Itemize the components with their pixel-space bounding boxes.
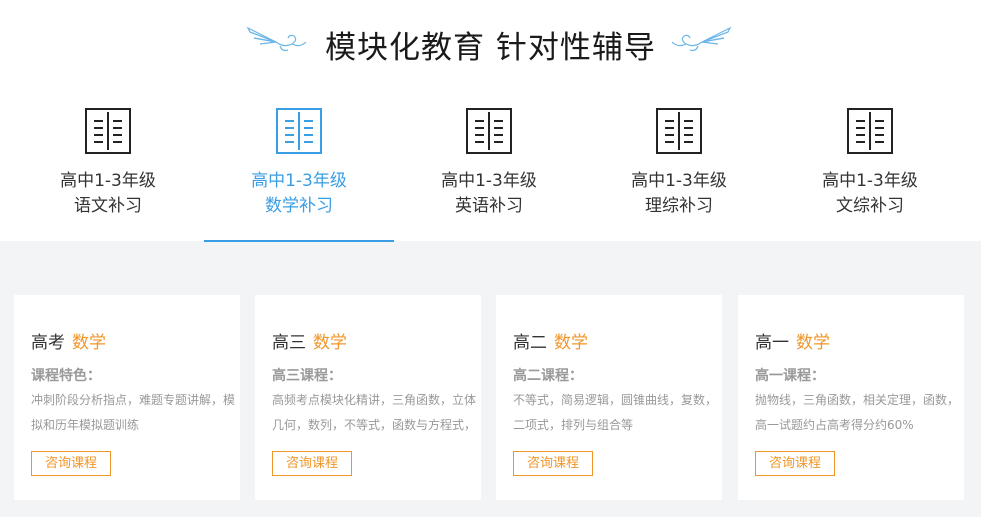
card-label: 高二课程： [513,368,583,384]
tab-grade-label: 高中1-3年级 [251,171,347,191]
tab-science[interactable]: 高中1-3年级 理综补习 [584,96,774,242]
page: 模块化教育 针对性辅导 高中1-3年级 语文补习 高中1-3年级 数学补习 高中… [0,0,981,517]
card-label: 高三课程： [272,368,342,384]
course-card: 高二 数学 高二课程： 不等式，简易逻辑，圆锥曲线，复数，二项式，排列与组合等 咨… [496,295,722,500]
card-description: 高频考点模块化精讲，三角函数，立体几何，数列，不等式，函数与方程式， [272,393,477,432]
tab-grade-label: 高中1-3年级 [60,171,156,191]
consult-course-button[interactable]: 咨询课程 [31,451,111,476]
card-subject: 数学 [554,333,588,353]
consult-course-button[interactable]: 咨询课程 [755,451,835,476]
card-grade: 高三 [272,333,306,353]
tab-math[interactable]: 高中1-3年级 数学补习 [204,96,394,242]
tab-subject-label: 英语补习 [455,196,523,216]
tab-subject-label: 数学补习 [265,196,333,216]
tab-subject-label: 文综补习 [836,196,904,216]
card-label: 课程特色： [31,368,101,384]
page-title: 模块化教育 针对性辅导 [325,30,656,66]
card-description: 冲刺阶段分析指点，难题专题讲解，模拟和历年模拟题训练 [31,393,236,432]
book-icon [276,108,322,154]
card-subject: 数学 [72,333,106,353]
card-grade: 高二 [513,333,547,353]
card-description: 抛物线，三角函数，相关定理，函数，高一试题约占高考得分约60% [755,393,960,432]
book-icon [85,108,131,154]
card-subject: 数学 [313,333,347,353]
section-header: 模块化教育 针对性辅导 [0,0,981,84]
card-title: 高一 数学 [755,328,830,353]
card-title: 高二 数学 [513,328,588,353]
consult-course-button[interactable]: 咨询课程 [513,451,593,476]
tab-chinese[interactable]: 高中1-3年级 语文补习 [13,96,203,242]
tab-grade-label: 高中1-3年级 [631,171,727,191]
card-grade: 高一 [755,333,789,353]
tab-subject-label: 理综补习 [645,196,713,216]
tab-subject-label: 语文补习 [74,196,142,216]
card-description: 不等式，简易逻辑，圆锥曲线，复数，二项式，排列与组合等 [513,393,718,432]
active-tab-indicator [204,240,394,242]
card-subject: 数学 [796,333,830,353]
course-card: 高考 数学 课程特色： 冲刺阶段分析指点，难题专题讲解，模拟和历年模拟题训练 咨询… [14,295,240,500]
card-title: 高考 数学 [31,328,106,353]
subject-tabs: 高中1-3年级 语文补习 高中1-3年级 数学补习 高中1-3年级 英语补习 高… [0,96,981,242]
course-card: 高一 数学 高一课程： 抛物线，三角函数，相关定理，函数，高一试题约占高考得分约6… [738,295,964,500]
card-title: 高三 数学 [272,328,347,353]
tab-english[interactable]: 高中1-3年级 英语补习 [394,96,584,242]
tab-grade-label: 高中1-3年级 [441,171,537,191]
book-icon [466,108,512,154]
book-icon [656,108,702,154]
course-content: 高考 数学 课程特色： 冲刺阶段分析指点，难题专题讲解，模拟和历年模拟题训练 咨询… [0,241,981,517]
course-card: 高三 数学 高三课程： 高频考点模块化精讲，三角函数，立体几何，数列，不等式，函数… [255,295,481,500]
book-icon [847,108,893,154]
tab-liberal-arts[interactable]: 高中1-3年级 文综补习 [775,96,965,242]
paper-plane-wing-right-icon [671,26,732,52]
tab-grade-label: 高中1-3年级 [822,171,918,191]
card-label: 高一课程： [755,368,825,384]
card-grade: 高考 [31,333,65,353]
consult-course-button[interactable]: 咨询课程 [272,451,352,476]
